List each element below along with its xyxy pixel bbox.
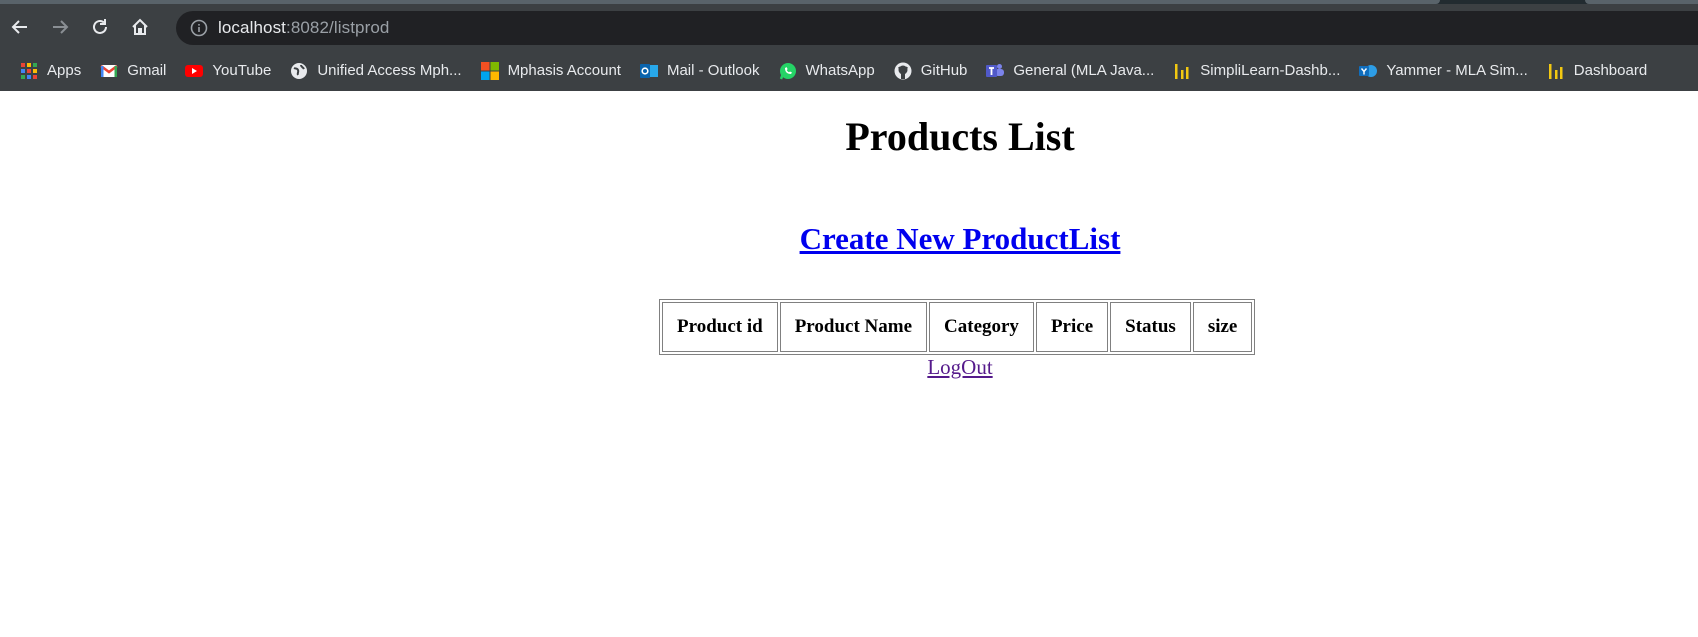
bookmark-apps[interactable]: Apps bbox=[20, 62, 81, 80]
apps-grid-icon bbox=[20, 62, 38, 80]
page-title: Products List bbox=[845, 114, 1075, 159]
address-bar[interactable]: localhost:8082/listprod bbox=[176, 11, 1698, 45]
products-table: Product id Product Name Category Price S… bbox=[659, 299, 1256, 355]
home-button[interactable] bbox=[120, 4, 160, 50]
bookmark-label: General (MLA Java... bbox=[1013, 62, 1155, 79]
whatsapp-icon bbox=[779, 62, 797, 80]
bookmark-general-mla[interactable]: General (MLA Java... bbox=[986, 62, 1154, 80]
create-product-link[interactable]: Create New ProductList bbox=[0, 221, 1698, 257]
page-content: Products List Create New ProductList Pro… bbox=[0, 91, 1698, 637]
outlook-icon bbox=[639, 62, 658, 80]
reload-icon bbox=[93, 19, 107, 34]
bookmark-yammer[interactable]: Yammer - MLA Sim... bbox=[1359, 62, 1528, 80]
info-icon[interactable] bbox=[190, 19, 208, 37]
url-text[interactable]: localhost:8082/listprod bbox=[218, 18, 389, 38]
github-icon bbox=[894, 62, 912, 80]
home-icon bbox=[132, 18, 148, 35]
browser-toolbar: localhost:8082/listprod bbox=[0, 4, 1698, 50]
yammer-icon bbox=[1359, 62, 1378, 80]
bookmark-youtube[interactable]: YouTube bbox=[185, 62, 271, 80]
bookmark-label: WhatsApp bbox=[805, 62, 875, 79]
bookmark-label: Unified Access Mph... bbox=[317, 62, 462, 79]
bookmark-gmail[interactable]: Gmail bbox=[100, 62, 166, 80]
microsoft-icon bbox=[480, 61, 499, 80]
arrow-left-icon bbox=[11, 20, 27, 34]
bookmark-mphasis-account[interactable]: Mphasis Account bbox=[480, 61, 621, 80]
column-header-price: Price bbox=[1035, 302, 1109, 352]
column-header-size: size bbox=[1192, 302, 1253, 352]
bookmark-label: Mail - Outlook bbox=[666, 62, 760, 79]
products-table-container: Product id Product Name Category Price S… bbox=[659, 299, 1256, 355]
teams-icon bbox=[986, 62, 1005, 80]
table-header-row: Product id Product Name Category Price S… bbox=[662, 302, 1253, 352]
column-header-product-id: Product id bbox=[662, 302, 778, 352]
youtube-icon bbox=[185, 62, 204, 80]
arrow-right-icon bbox=[53, 20, 69, 34]
column-header-status: Status bbox=[1110, 302, 1191, 352]
bookmark-outlook[interactable]: Mail - Outlook bbox=[639, 62, 760, 80]
bookmarks-bar: Apps Gmail YouTube Unified Access Mph...… bbox=[0, 50, 1698, 91]
back-button[interactable] bbox=[0, 4, 40, 50]
bookmark-label: YouTube bbox=[212, 62, 272, 79]
globe-icon bbox=[290, 62, 308, 80]
column-header-category: Category bbox=[929, 302, 1034, 352]
bookmark-github[interactable]: GitHub bbox=[894, 62, 968, 80]
url-path: :8082/listprod bbox=[286, 18, 390, 37]
bookmark-label: Dashboard bbox=[1573, 62, 1648, 79]
url-host: localhost bbox=[218, 18, 286, 37]
column-header-product-name: Product Name bbox=[779, 302, 928, 352]
bookmark-whatsapp[interactable]: WhatsApp bbox=[779, 62, 875, 80]
bookmark-label: Mphasis Account bbox=[507, 62, 621, 79]
reload-button[interactable] bbox=[80, 4, 120, 50]
bookmark-label: Apps bbox=[47, 62, 82, 79]
gmail-icon bbox=[100, 62, 118, 80]
dashboard-bars-icon bbox=[1547, 62, 1565, 80]
bookmark-dashboard[interactable]: Dashboard bbox=[1547, 62, 1647, 80]
dashboard-bars-icon bbox=[1173, 62, 1191, 80]
bookmark-label: Gmail bbox=[127, 62, 167, 79]
bookmark-label: SimpliLearn-Dashb... bbox=[1200, 62, 1341, 79]
bookmark-label: Yammer - MLA Sim... bbox=[1386, 62, 1528, 79]
bookmark-label: GitHub bbox=[920, 62, 968, 79]
forward-button[interactable] bbox=[40, 4, 80, 50]
logout-link[interactable]: LogOut bbox=[0, 355, 1698, 380]
bookmark-unified-access[interactable]: Unified Access Mph... bbox=[290, 62, 462, 80]
bookmark-simplilearn[interactable]: SimpliLearn-Dashb... bbox=[1173, 62, 1340, 80]
